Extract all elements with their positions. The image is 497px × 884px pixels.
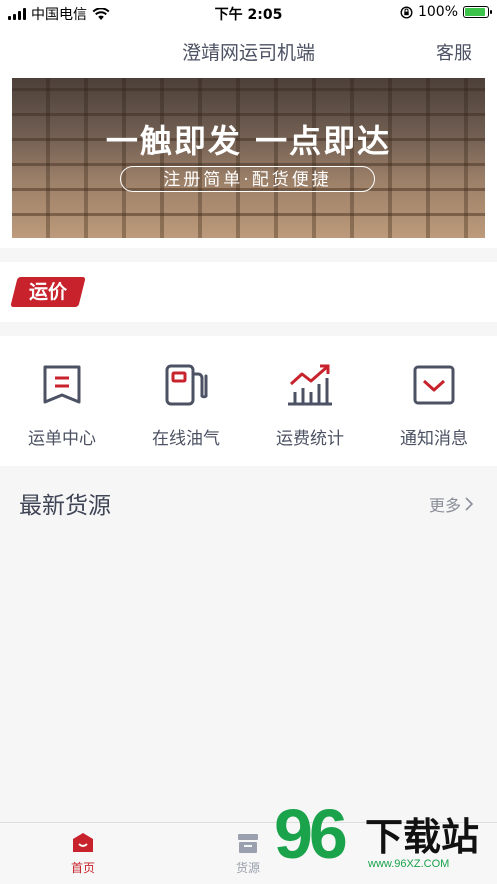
- tab-label: 首页: [70, 861, 95, 875]
- freight-price-section: 运价: [0, 262, 497, 322]
- tab-home[interactable]: 首页: [38, 831, 128, 876]
- section-title: 最新货源: [19, 493, 111, 519]
- more-link[interactable]: 更多: [429, 492, 473, 516]
- watermark-number: 96: [274, 795, 348, 873]
- tab-label: 货源: [235, 861, 260, 875]
- banner-image[interactable]: 一触即发 一点即达 注册简单·配货便捷: [12, 78, 485, 238]
- quick-menu: 运单中心 在线油气 运费统计 通知消息: [0, 336, 497, 466]
- watermark: 96 下载站 www.96XZ.COM: [270, 795, 497, 883]
- freight-price-badge[interactable]: 运价: [10, 277, 86, 307]
- menu-label: 通知消息: [400, 429, 468, 449]
- nav-bar: 澄靖网运司机端 客服: [0, 26, 497, 76]
- menu-item-waybill-center[interactable]: 运单中心: [0, 362, 124, 449]
- cargo-icon: [238, 834, 258, 853]
- customer-service-button[interactable]: 客服: [436, 39, 472, 65]
- banner-section: 一触即发 一点即达 注册简单·配货便捷: [0, 76, 497, 248]
- status-right: 100%: [400, 4, 492, 20]
- freight-price-label: 运价: [28, 281, 67, 303]
- watermark-text: 下载站: [365, 815, 480, 859]
- banner-slogan: 一触即发 一点即达: [105, 122, 392, 160]
- chart-icon: [288, 364, 332, 406]
- more-label: 更多: [428, 496, 461, 515]
- banner-subtitle: 注册简单·配货便捷: [120, 166, 375, 192]
- battery-percent: 100%: [417, 4, 458, 20]
- waybill-icon: [43, 365, 81, 404]
- menu-label: 在线油气: [152, 429, 220, 449]
- page-title: 澄靖网运司机端: [181, 42, 315, 64]
- menu-item-freight-statistics[interactable]: 运费统计: [248, 362, 372, 449]
- menu-item-online-fuel[interactable]: 在线油气: [124, 362, 248, 449]
- watermark-url: www.96XZ.COM: [368, 858, 450, 870]
- orientation-lock-icon: [400, 5, 413, 19]
- fuel-icon: [165, 364, 208, 406]
- latest-cargo-section: 最新货源 更多: [0, 466, 497, 540]
- status-bar: 中国电信 下午 2:05 100%: [0, 0, 497, 26]
- battery-icon: [463, 6, 492, 18]
- menu-item-notifications[interactable]: 通知消息: [372, 362, 496, 449]
- chevron-right-icon: [465, 497, 473, 511]
- home-icon: [73, 833, 93, 852]
- mail-icon: [413, 365, 455, 405]
- battery-fill: [465, 8, 485, 16]
- menu-label: 运费统计: [276, 429, 344, 449]
- menu-label: 运单中心: [28, 429, 96, 449]
